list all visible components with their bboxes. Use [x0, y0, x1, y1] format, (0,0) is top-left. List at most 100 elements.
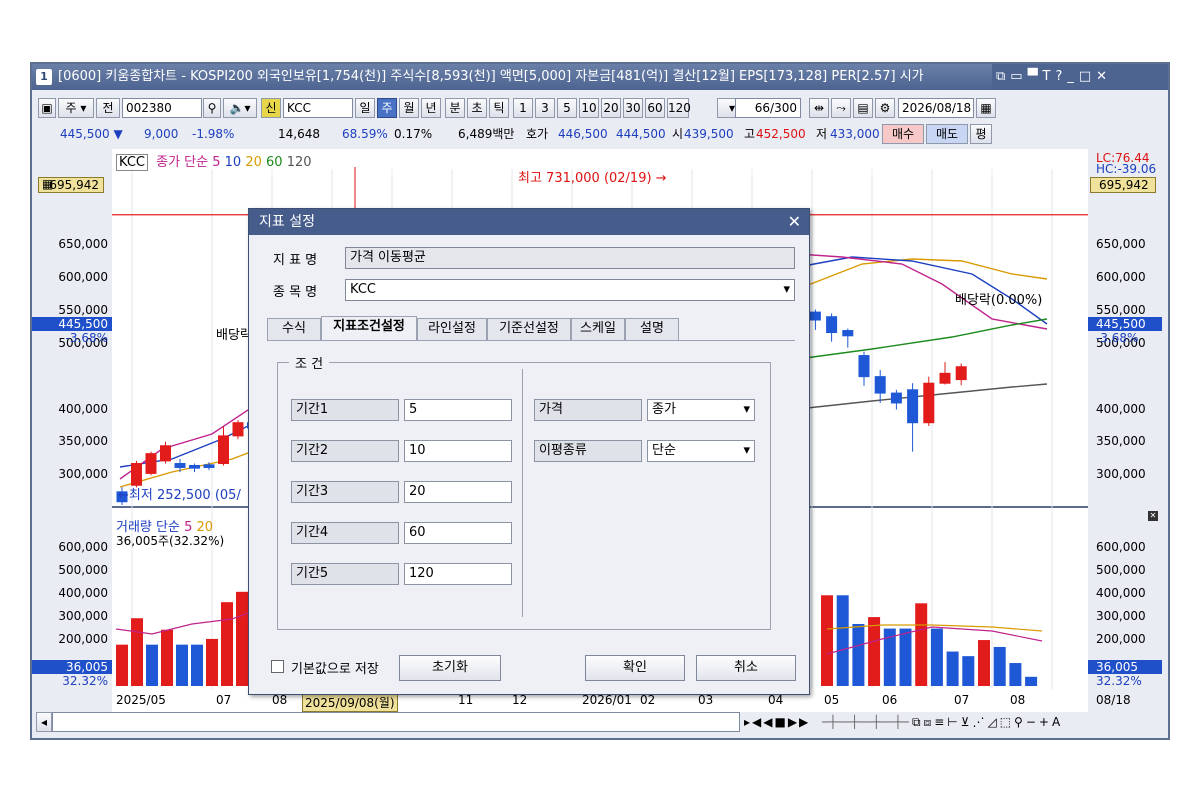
- volume-tick-right: 300,000: [1096, 609, 1146, 624]
- period-type-label: 주: [65, 101, 77, 115]
- calendar-icon[interactable]: ▦: [976, 98, 996, 118]
- item-name-select[interactable]: KCC ▾: [345, 279, 795, 301]
- buy-button[interactable]: 매수: [882, 124, 924, 144]
- window-control-icons[interactable]: ⧉▭▀T?_□✕: [992, 64, 1168, 90]
- data-count-field[interactable]: 66/300: [735, 98, 801, 118]
- tab-formula[interactable]: 수식: [267, 318, 321, 340]
- tab-baseline[interactable]: 기준선설정: [487, 318, 571, 340]
- volume-ratio: 68.59%: [342, 127, 388, 141]
- left-volume-bar: [131, 618, 143, 686]
- period-tick[interactable]: 틱: [489, 98, 509, 118]
- left-candle: [189, 465, 200, 469]
- ref-line-label-right: 695,942: [1090, 177, 1156, 193]
- left-candle: [160, 445, 171, 462]
- price-select[interactable]: 종가 ▾: [647, 399, 755, 421]
- interval-60[interactable]: 60: [645, 98, 665, 118]
- interval-120[interactable]: 120: [667, 98, 691, 118]
- period-week[interactable]: 주: [377, 98, 397, 118]
- y-tick-right: 400,000: [1096, 401, 1146, 416]
- tab-line[interactable]: 라인설정: [417, 318, 487, 340]
- period-input-1[interactable]: 5: [404, 399, 512, 421]
- period-month[interactable]: 월: [399, 98, 419, 118]
- volume-tag-left: 36,005: [32, 660, 112, 674]
- gear-icon[interactable]: ⚙: [875, 98, 895, 118]
- x-tick: 03: [698, 693, 714, 707]
- left-candle: [203, 464, 215, 468]
- y-tick-left: 650,000: [58, 236, 108, 251]
- horizontal-scrollbar[interactable]: [52, 712, 740, 732]
- right-volume-bar: [915, 603, 928, 686]
- panel-close-icon[interactable]: ✕: [1148, 511, 1158, 521]
- left-candle: [174, 463, 186, 468]
- period-minute[interactable]: 분: [445, 98, 465, 118]
- volume-tick-left: 300,000: [58, 609, 108, 624]
- right-volume-bar: [930, 628, 943, 686]
- date-field[interactable]: 2026/08/18: [898, 98, 974, 118]
- interval-3[interactable]: 3: [535, 98, 555, 118]
- current-price-tag-left: 445,500: [32, 317, 112, 331]
- analysis-tool-icon[interactable]: ⤳: [831, 98, 851, 118]
- period-second[interactable]: 초: [467, 98, 487, 118]
- tab-scale[interactable]: 스케일: [571, 318, 625, 340]
- eval-button[interactable]: 평: [970, 124, 992, 144]
- right-candle: [858, 355, 870, 378]
- speaker-icon[interactable]: 🔈▾: [223, 98, 257, 118]
- y-tick-left: 600,000: [58, 269, 108, 284]
- new-badge[interactable]: 신: [261, 98, 281, 118]
- interval-20[interactable]: 20: [601, 98, 621, 118]
- period-year[interactable]: 년: [421, 98, 441, 118]
- period-input-5[interactable]: 120: [404, 563, 512, 585]
- interval-30[interactable]: 30: [623, 98, 643, 118]
- scroll-left-icon[interactable]: ◂: [36, 712, 52, 732]
- tab-description[interactable]: 설명: [625, 318, 679, 340]
- left-volume-bar: [206, 638, 218, 686]
- y-tick-left: 550,000: [58, 302, 108, 317]
- zoom-slider[interactable]: ─┼──┼──┼──┼─: [822, 712, 909, 732]
- y-tick-left: 300,000: [58, 467, 108, 482]
- low-label: 저: [816, 127, 828, 141]
- y-tick-right: 350,000: [1096, 434, 1146, 449]
- right-volume-bar: [1009, 663, 1022, 686]
- default-save-checkbox[interactable]: [271, 660, 284, 673]
- left-volume-bar: [221, 602, 233, 686]
- left-axis: 695,942 ▦ 650,000 600,000 550,000 500,000 40…: [32, 149, 112, 712]
- volume-tick-left: 200,000: [58, 632, 108, 647]
- legend-stock-name[interactable]: KCC: [116, 154, 148, 171]
- prev-button[interactable]: 전: [96, 98, 120, 118]
- interval-1[interactable]: 1: [513, 98, 533, 118]
- volume-tick-right: 200,000: [1096, 632, 1146, 647]
- period-input-3[interactable]: 20: [404, 481, 512, 503]
- period-input-4[interactable]: 60: [404, 522, 512, 544]
- tab-conditions[interactable]: 지표조건설정: [321, 316, 417, 341]
- sell-button[interactable]: 매도: [926, 124, 968, 144]
- cancel-button[interactable]: 취소: [696, 655, 796, 681]
- y-tick-right: 650,000: [1096, 236, 1146, 251]
- save-icon[interactable]: ▤: [853, 98, 873, 118]
- current-pct-right: -3.68%: [1096, 331, 1139, 345]
- right-candle: [842, 330, 854, 337]
- period-day[interactable]: 일: [355, 98, 375, 118]
- chart-tool-icon[interactable]: ⇹: [809, 98, 829, 118]
- drawing-tools-icons[interactable]: ⧉⧈≡⊢⊻⋰◿⬚⚲−+A: [912, 712, 1063, 732]
- playback-controls[interactable]: ▸◀◀■▶▶: [744, 712, 810, 732]
- interval-10[interactable]: 10: [579, 98, 599, 118]
- search-icon[interactable]: ⚲: [203, 98, 221, 118]
- stock-code-input[interactable]: 002380: [122, 98, 202, 118]
- right-volume-bar: [946, 651, 959, 686]
- close-icon[interactable]: ✕: [788, 209, 801, 235]
- volume-value: 36,005주(32.32%): [116, 534, 225, 548]
- conditions-divider: [522, 369, 523, 617]
- ma-type-select[interactable]: 단순 ▾: [647, 440, 755, 462]
- stock-name-field[interactable]: KCC: [283, 98, 353, 118]
- interval-5[interactable]: 5: [557, 98, 577, 118]
- price-change-pct: -1.98%: [192, 127, 235, 141]
- period-type-select[interactable]: 주 ▾: [58, 98, 94, 118]
- chevron-down-icon: ▾: [743, 402, 750, 417]
- grid-menu-icon[interactable]: ▦: [42, 177, 53, 191]
- ask-price-2: 444,500: [616, 127, 666, 141]
- left-candle: [232, 422, 244, 437]
- ok-button[interactable]: 확인: [585, 655, 685, 681]
- code-search-icon[interactable]: ▣: [38, 98, 56, 118]
- reset-button[interactable]: 초기화: [399, 655, 501, 681]
- period-input-2[interactable]: 10: [404, 440, 512, 462]
